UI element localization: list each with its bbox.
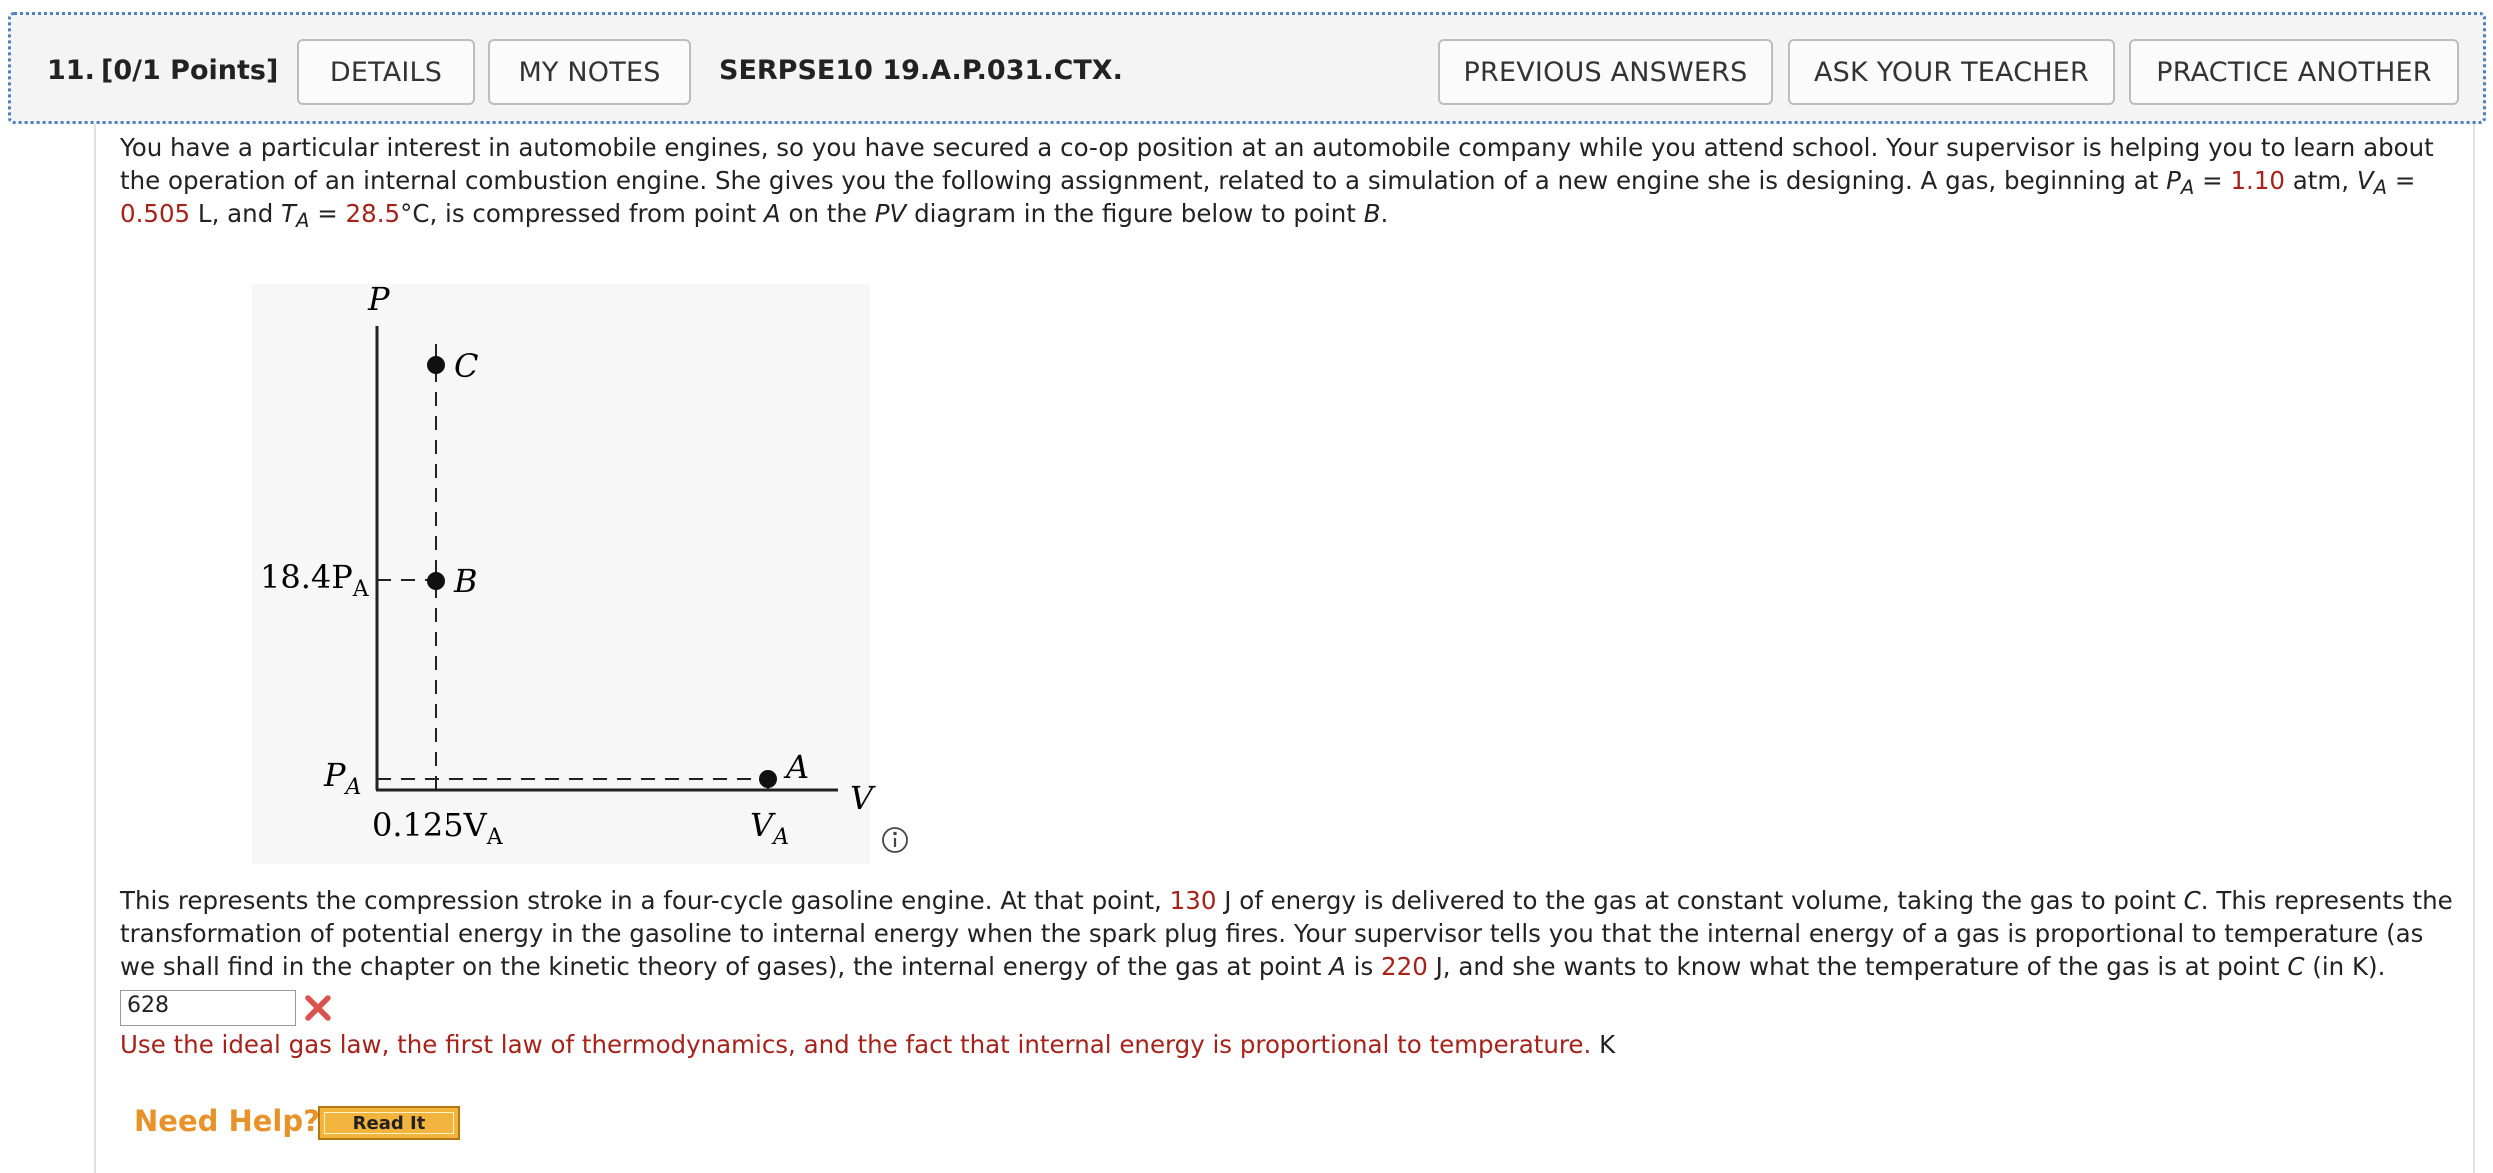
need-help-label: Need Help?: [134, 1104, 320, 1138]
point-c-label: C: [454, 347, 478, 385]
point-b-dot: [427, 572, 445, 590]
hint-text: Use the ideal gas law, the first law of …: [120, 1030, 1592, 1059]
pa-value: 1.10: [2230, 166, 2285, 195]
info-icon[interactable]: [882, 827, 908, 853]
my-notes-button[interactable]: MY NOTES: [488, 39, 691, 105]
point-a-dot: [759, 770, 777, 788]
answer-unit: K: [1599, 1030, 1616, 1059]
ta-value: 28.5: [345, 199, 401, 228]
previous-answers-button[interactable]: PREVIOUS ANSWERS: [1438, 39, 1773, 105]
read-it-button[interactable]: Read It: [318, 1106, 460, 1140]
problem-body: This represents the compression stroke i…: [120, 886, 2453, 981]
internal-energy-value: 220: [1381, 952, 1428, 981]
v-low-label: 0.125VA: [372, 806, 504, 850]
ask-your-teacher-button[interactable]: ASK YOUR TEACHER: [1788, 39, 2115, 105]
question-code: SERPSE10 19.A.P.031.CTX.: [719, 55, 1123, 86]
read-it-label: Read It: [352, 1112, 426, 1134]
v-axis-label: V: [850, 779, 876, 817]
pv-diagram: P C B A V 18.4PA PA 0.125VA VA: [252, 280, 908, 864]
answer-input[interactable]: 628: [120, 990, 296, 1026]
point-b-label: B: [453, 562, 478, 600]
question-number: 11.: [47, 55, 95, 86]
details-button[interactable]: DETAILS: [297, 39, 475, 105]
energy-value: 130: [1169, 886, 1217, 915]
incorrect-x-icon: [305, 995, 331, 1021]
va-value: 0.505: [120, 199, 191, 228]
answer-hint: Use the ideal gas law, the first law of …: [120, 1030, 1615, 1059]
question-header: 11. [0/1 Points] DETAILS MY NOTES SERPSE…: [8, 12, 2486, 124]
p-axis-label: P: [367, 280, 390, 318]
problem-intro: You have a particular interest in automo…: [120, 133, 2434, 232]
practice-another-button[interactable]: PRACTICE ANOTHER: [2129, 39, 2459, 105]
question-points: [0/1 Points]: [101, 55, 279, 86]
point-c-dot: [427, 356, 445, 374]
point-a-label: A: [783, 748, 809, 786]
